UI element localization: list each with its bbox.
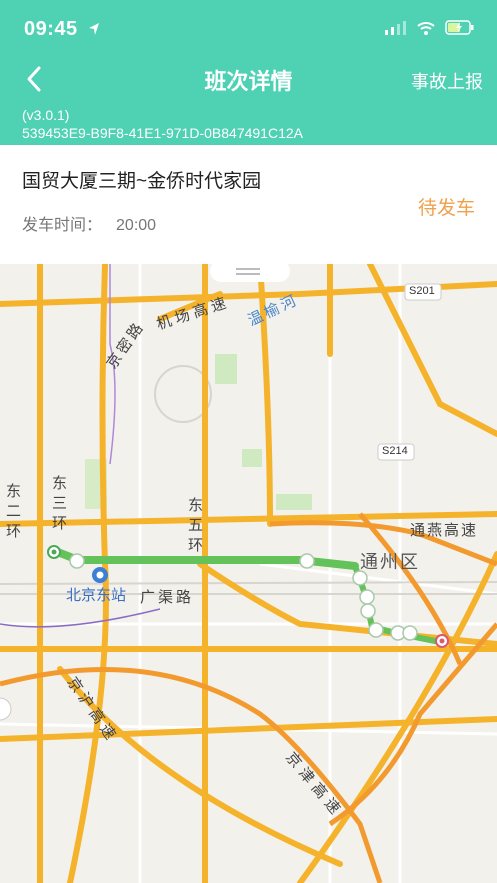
label-tongzhou-district: 通州区 — [360, 552, 420, 572]
map-park — [242, 449, 262, 467]
label-east-5th-ring: 东五环 — [188, 497, 204, 554]
map-park — [276, 494, 312, 510]
map-canvas[interactable] — [0, 264, 497, 883]
label-guangqu-road: 广渠路 — [140, 589, 195, 606]
trip-status-badge: 待发车 — [417, 198, 475, 219]
route-stop-marker[interactable] — [359, 589, 375, 605]
route-stop-marker[interactable] — [69, 553, 85, 569]
accident-report-button[interactable]: 事故上报 — [411, 68, 483, 94]
app-version: (v3.0.1) — [22, 107, 70, 123]
route-stop-marker[interactable] — [299, 553, 315, 569]
label-east-2nd-ring: 东二环 — [6, 483, 22, 540]
route-stop-marker[interactable] — [402, 625, 418, 641]
sheet-drag-handle[interactable] — [210, 260, 290, 282]
route-stop-marker[interactable] — [360, 603, 376, 619]
trip-route: 国贸大厦三期~金侨时代家园 — [22, 171, 262, 192]
label-beijing-east-station: 北京东站 — [66, 587, 127, 604]
label-tongyan-expressway: 通燕高速 — [410, 522, 479, 539]
app-header: 09:45 班次详情 事故上报 (v3.0.1) 539453E9-B9F8-4… — [0, 0, 497, 145]
label-s201: S201 — [409, 285, 435, 297]
departure-time: 20:00 — [116, 217, 157, 234]
departure-time-row: 发车时间： 20:00 — [22, 211, 156, 235]
wifi-icon — [417, 21, 435, 35]
map-park — [215, 354, 237, 384]
route-map[interactable]: S201 S214 机场高速 京密路 温榆河 东二环 东三环 东五环 通燕高速 … — [0, 264, 497, 883]
version-info: (v3.0.1) 539453E9-B9F8-41E1-971D-0B84749… — [22, 106, 303, 142]
label-east-3rd-ring: 东三环 — [52, 475, 68, 532]
device-id: 539453E9-B9F8-41E1-971D-0B847491C12A — [22, 125, 303, 141]
map-side-handle[interactable] — [0, 697, 12, 721]
signal-icon — [385, 20, 406, 35]
battery-icon — [445, 20, 474, 35]
label-s214: S214 — [382, 445, 408, 457]
route-stop-marker[interactable] — [368, 622, 384, 638]
status-icons — [385, 20, 475, 35]
location-arrow-icon — [89, 23, 99, 35]
status-time: 09:45 — [24, 18, 78, 40]
departure-label: 发车时间： — [22, 217, 103, 234]
